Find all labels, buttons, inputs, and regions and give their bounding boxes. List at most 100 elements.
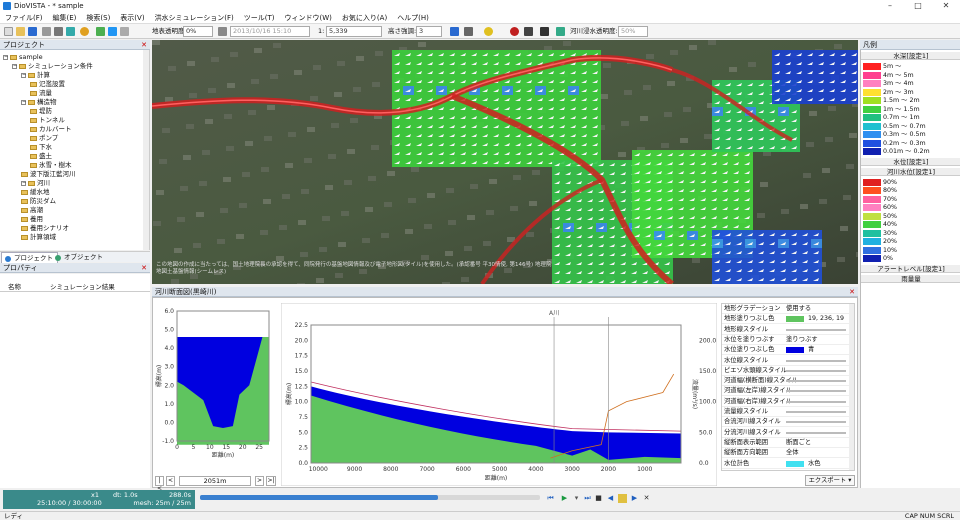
expand-toggle-icon[interactable]: − — [21, 72, 26, 78]
menu-favorites[interactable]: お気に入り(A) — [337, 12, 392, 23]
lock-icon[interactable] — [618, 494, 627, 503]
setting-row[interactable]: 河道幅(横断面)線スタイル — [722, 376, 854, 387]
setting-row[interactable]: 分流河川線スタイル — [722, 428, 854, 438]
tree-item[interactable]: 流量 — [30, 89, 52, 98]
tree-item[interactable]: 防災ダム — [21, 197, 56, 206]
record-icon[interactable] — [510, 27, 519, 36]
skip-back-icon[interactable]: ⏮ — [546, 494, 555, 503]
tab-object[interactable]: オブジェクト — [52, 252, 107, 263]
export-button[interactable]: エクスポート ▾ — [805, 475, 855, 486]
setting-row[interactable]: 地形グラデーション 使用する — [722, 304, 854, 314]
close-icon[interactable]: ✕ — [141, 263, 147, 273]
setting-row[interactable]: 縦断面方向範囲 全体 — [722, 448, 854, 459]
maximize-button[interactable]: □ — [904, 0, 932, 12]
expand-toggle-icon[interactable]: − — [3, 54, 8, 60]
menu-file[interactable]: ファイル(F) — [0, 12, 48, 23]
open-folder-icon[interactable] — [16, 27, 25, 36]
map-3d-view[interactable]: この地図の作成に当たっては、国土地理院長の承認を得て、同院発行の基盤地図情報及び… — [152, 40, 858, 284]
first-section-button[interactable]: |< — [155, 476, 164, 492]
tree-item[interactable]: 氷雪・樹木 — [30, 161, 72, 170]
tree-item[interactable]: − 構造物 — [21, 98, 57, 107]
export-image-icon[interactable] — [556, 27, 565, 36]
camera-icon[interactable] — [540, 27, 549, 36]
stop-icon[interactable]: ■ — [594, 494, 603, 503]
grid-icon[interactable] — [464, 27, 473, 36]
terrain-transparency-select[interactable]: 0% — [183, 26, 213, 37]
tree-item[interactable]: 養用シナリオ — [21, 224, 69, 233]
menu-tools[interactable]: ツール(T) — [239, 12, 280, 23]
setting-row[interactable]: 地形塗りつぶし色 19, 236, 19 — [722, 314, 854, 325]
close-button[interactable]: ✕ — [932, 0, 960, 12]
scale-select[interactable]: 5,339 — [326, 26, 382, 37]
datetime-field[interactable]: 2013/10/16 15:10 — [230, 26, 310, 37]
globe-icon[interactable] — [80, 27, 89, 36]
tree-item[interactable]: 堤防 — [30, 107, 52, 116]
skip-forward-icon[interactable]: ⏭ — [583, 494, 592, 503]
tree-item[interactable]: カルバート — [30, 125, 72, 134]
tree-item[interactable]: トンネル — [30, 116, 65, 125]
expand-toggle-icon[interactable]: − — [12, 63, 17, 69]
menu-search[interactable]: 検索(S) — [81, 12, 115, 23]
tab-project[interactable]: プロジェクト — [1, 252, 58, 263]
zoom-in-icon[interactable] — [450, 27, 459, 36]
setting-row[interactable]: 水位線スタイル — [722, 356, 854, 366]
tree-item[interactable]: 氾濫設置 — [30, 80, 65, 89]
tree-item[interactable]: ポンプ — [30, 134, 58, 143]
setting-row[interactable]: 合流河川線スタイル — [722, 417, 854, 428]
measure-icon[interactable] — [108, 27, 117, 36]
film-icon[interactable] — [524, 27, 533, 36]
play-icon[interactable]: ▶ — [560, 494, 569, 503]
edit-icon[interactable] — [120, 27, 129, 36]
river-transparency-select[interactable]: 50% — [618, 26, 648, 37]
last-section-button[interactable]: >| — [266, 476, 276, 486]
tree-item[interactable]: − 計算 — [21, 71, 50, 80]
new-file-icon[interactable] — [4, 27, 13, 36]
tree-item[interactable]: 緩水地 — [21, 188, 50, 197]
setting-row[interactable]: 水位を塗りつぶす 塗りつぶす — [722, 335, 854, 345]
setting-row[interactable]: 地形線スタイル — [722, 325, 854, 335]
tree-item[interactable]: 波下版江藍河川 — [21, 170, 76, 179]
expand-toggle-icon[interactable]: − — [21, 180, 26, 186]
map-tool-icon[interactable] — [96, 27, 105, 36]
minimize-button[interactable]: – — [876, 0, 904, 12]
setting-row[interactable]: 河道幅(右岸)線スタイル — [722, 397, 854, 407]
pan-icon[interactable] — [54, 27, 63, 36]
next-section-button[interactable]: > — [255, 476, 264, 486]
layer-icon[interactable] — [66, 27, 75, 36]
step-back-icon[interactable]: ◀ — [606, 494, 615, 503]
tree-item[interactable]: − sample — [3, 53, 43, 62]
section-selector[interactable]: 2051m — [179, 476, 251, 486]
save-icon[interactable] — [28, 27, 37, 36]
setting-row[interactable]: 流量線スタイル — [722, 407, 854, 417]
expand-toggle-icon[interactable]: − — [21, 99, 26, 105]
time-slider-track[interactable] — [200, 495, 540, 500]
setting-row[interactable]: 縦断面表示範囲 断面ごと — [722, 438, 854, 448]
settings-scrollbar[interactable] — [849, 304, 854, 470]
tree-scrollbar[interactable] — [143, 50, 149, 250]
close-icon[interactable]: ✕ — [849, 287, 855, 297]
tree-item[interactable]: − 河川 — [21, 179, 50, 188]
setting-row[interactable]: 河道幅(左岸)線スタイル — [722, 386, 854, 397]
close-icon[interactable]: ✕ — [141, 40, 147, 50]
step-forward-icon[interactable]: ▶ — [630, 494, 639, 503]
prev-section-button[interactable]: < — [166, 476, 175, 486]
setting-row[interactable]: 水位計色 水色 — [722, 459, 854, 469]
setting-row[interactable]: ピエゾ水頭線スタイル — [722, 366, 854, 376]
menu-edit[interactable]: 編集(E) — [48, 12, 82, 23]
menu-flood-simulation[interactable]: 洪水シミュレーション(F) — [150, 12, 239, 23]
close-animation-icon[interactable]: ✕ — [642, 494, 651, 503]
tree-item[interactable]: 養用 — [21, 215, 43, 224]
sun-icon[interactable] — [484, 27, 493, 36]
tree-item[interactable]: − シミュレーション条件 — [12, 62, 93, 71]
play-options-icon[interactable]: ▾ — [572, 494, 581, 503]
height-exaggeration-select[interactable]: 3 — [416, 26, 442, 37]
setting-row[interactable]: 水位塗りつぶし色 青 — [722, 345, 854, 356]
tree-item[interactable]: 計算領域 — [21, 233, 56, 242]
menu-window[interactable]: ウィンドウ(W) — [280, 12, 337, 23]
menu-view[interactable]: 表示(V) — [115, 12, 149, 23]
tree-item[interactable]: 盛土 — [30, 152, 52, 161]
menu-help[interactable]: ヘルプ(H) — [392, 12, 434, 23]
tree-item[interactable]: 高潮 — [21, 206, 43, 215]
pointer-icon[interactable] — [42, 27, 51, 36]
tree-item[interactable]: 下水 — [30, 143, 52, 152]
